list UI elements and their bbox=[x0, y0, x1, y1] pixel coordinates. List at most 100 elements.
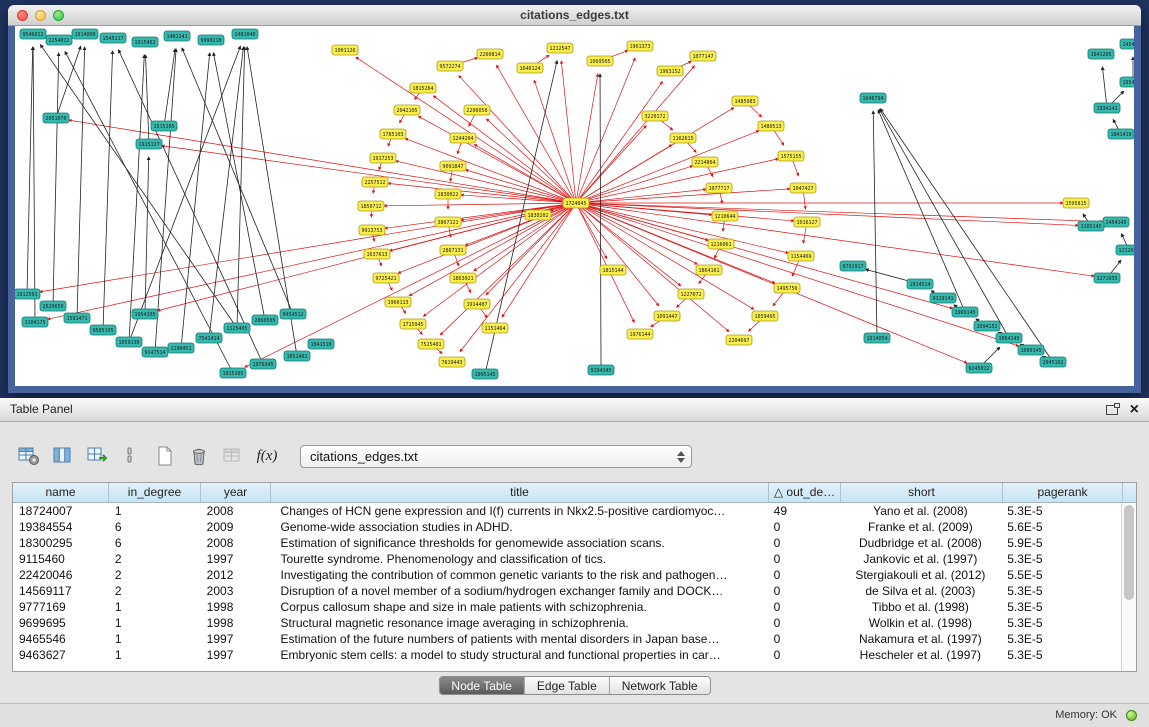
graph-node[interactable]: 2867131 bbox=[440, 245, 466, 255]
graph-node[interactable]: 1830022 bbox=[435, 189, 461, 199]
column-header-name[interactable]: name bbox=[13, 483, 109, 502]
graph-node[interactable]: 9147514 bbox=[142, 347, 168, 357]
graph-node[interactable]: 1059130 bbox=[116, 337, 142, 347]
graph-node[interactable]: 1915127 bbox=[136, 139, 162, 149]
network-canvas[interactable]: 1724045181526420421051785103191725322575… bbox=[15, 26, 1134, 386]
graph-edge[interactable] bbox=[433, 96, 576, 203]
graph-node[interactable]: 1905145 bbox=[472, 369, 498, 379]
graph-node[interactable]: 9546012 bbox=[20, 29, 46, 39]
graph-node[interactable]: 1271035 bbox=[1094, 273, 1120, 283]
graph-node[interactable]: 2045102 bbox=[1040, 357, 1066, 367]
graph-node[interactable]: 1641205 bbox=[1088, 49, 1114, 59]
graph-node[interactable]: 9505195 bbox=[90, 325, 116, 335]
graph-node[interactable]: 2257512 bbox=[362, 177, 388, 187]
graph-node[interactable]: 1976345 bbox=[250, 359, 276, 369]
create-column-icon[interactable] bbox=[82, 443, 112, 469]
graph-node[interactable]: 1914514 bbox=[907, 279, 933, 289]
graph-edge[interactable] bbox=[65, 52, 233, 373]
graph-edge[interactable] bbox=[162, 146, 576, 203]
graph-node[interactable]: 1091447 bbox=[654, 311, 680, 321]
graph-edge[interactable] bbox=[576, 203, 1103, 222]
graph-node[interactable]: 1915105 bbox=[220, 368, 246, 378]
graph-edge[interactable] bbox=[405, 139, 576, 203]
graph-edge[interactable] bbox=[48, 203, 576, 319]
graph-node[interactable]: 9245012 bbox=[966, 363, 992, 373]
graph-edge[interactable] bbox=[576, 58, 635, 203]
graph-node[interactable]: 1515105 bbox=[151, 121, 177, 131]
graph-node[interactable]: 1064145 bbox=[996, 333, 1022, 343]
graph-edge[interactable] bbox=[880, 109, 1053, 362]
graph-edge[interactable] bbox=[576, 126, 646, 203]
graph-node[interactable]: 1912501 bbox=[15, 289, 40, 299]
graph-node[interactable]: 2214864 bbox=[692, 157, 718, 167]
graph-node[interactable]: 1481040 bbox=[232, 29, 258, 39]
graph-edge[interactable] bbox=[56, 46, 81, 118]
function-builder-icon[interactable]: f(x) bbox=[252, 443, 282, 469]
graph-edge[interactable] bbox=[69, 120, 576, 203]
graph-edge[interactable] bbox=[576, 203, 659, 306]
graph-node[interactable]: 1051462 bbox=[284, 351, 310, 361]
graph-node[interactable]: 1077717 bbox=[706, 183, 732, 193]
graph-edge[interactable] bbox=[388, 183, 576, 203]
graph-node[interactable]: 2204697 bbox=[726, 335, 752, 345]
table-row[interactable]: 1938455462009Genome-wide association stu… bbox=[13, 519, 1121, 535]
table-row[interactable]: 946362711997Embryonic stem cells: a mode… bbox=[13, 647, 1121, 663]
graph-node[interactable]: 1495756 bbox=[774, 283, 800, 293]
table-row[interactable]: 969969511998Structural magnetic resonanc… bbox=[13, 615, 1121, 631]
graph-edge[interactable] bbox=[576, 166, 693, 203]
graph-node[interactable]: 1016127 bbox=[794, 217, 820, 227]
graph-node[interactable]: 9119141 bbox=[930, 293, 956, 303]
column-header-title[interactable]: title bbox=[271, 483, 769, 502]
graph-node[interactable]: 9091847 bbox=[440, 161, 466, 171]
graph-node[interactable]: 1244204 bbox=[450, 133, 476, 143]
graph-node[interactable]: 1954160 bbox=[1120, 77, 1134, 87]
minimize-window-icon[interactable] bbox=[35, 10, 46, 21]
memory-status-icon[interactable] bbox=[1126, 710, 1137, 721]
table-select-dropdown[interactable]: citations_edges.txt bbox=[300, 445, 692, 468]
graph-edge[interactable] bbox=[576, 82, 662, 203]
graph-edge[interactable] bbox=[33, 47, 35, 322]
tab-edge-table[interactable]: Edge Table bbox=[524, 677, 609, 694]
graph-edge[interactable] bbox=[1102, 67, 1107, 108]
graph-node[interactable]: 1715945 bbox=[400, 319, 426, 329]
graph-edge[interactable] bbox=[129, 46, 240, 342]
graph-node[interactable]: 1785103 bbox=[380, 129, 406, 139]
graph-edge[interactable] bbox=[576, 203, 1078, 225]
graph-edge[interactable] bbox=[27, 47, 33, 294]
row-options-icon[interactable] bbox=[116, 443, 146, 469]
window-titlebar[interactable]: citations_edges.txt bbox=[8, 5, 1141, 26]
graph-node[interactable]: 1863021 bbox=[450, 273, 476, 283]
graph-edge[interactable] bbox=[600, 74, 601, 370]
graph-node[interactable]: 9913753 bbox=[359, 225, 385, 235]
graph-edge[interactable] bbox=[879, 109, 1009, 338]
column-header-year[interactable]: year bbox=[201, 483, 271, 502]
graph-node[interactable]: 1454105 bbox=[1120, 39, 1134, 49]
vertical-scrollbar[interactable] bbox=[1121, 503, 1136, 671]
graph-node[interactable]: 1190451 bbox=[168, 343, 194, 353]
graph-node[interactable]: 1575155 bbox=[778, 151, 804, 161]
graph-node[interactable]: 1059495 bbox=[752, 311, 778, 321]
graph-node[interactable]: 1485083 bbox=[732, 96, 758, 106]
graph-node[interactable]: 1212051 bbox=[1116, 245, 1134, 255]
graph-edge[interactable] bbox=[384, 203, 576, 206]
graph-node[interactable]: 1864161 bbox=[696, 265, 722, 275]
graph-node[interactable]: 1850712 bbox=[358, 201, 384, 211]
graph-node[interactable]: 1934141 bbox=[1094, 103, 1120, 113]
graph-node[interactable]: 1480513 bbox=[758, 121, 784, 131]
graph-node[interactable]: 1454145 bbox=[1103, 217, 1129, 227]
graph-node[interactable]: 1154469 bbox=[788, 251, 814, 261]
graph-node[interactable]: 1151464 bbox=[482, 323, 508, 333]
graph-node[interactable]: 1009145 bbox=[1018, 345, 1044, 355]
graph-edge[interactable] bbox=[146, 55, 149, 144]
graph-node[interactable]: 1545117 bbox=[100, 33, 126, 43]
table-row[interactable]: 2242004622012Investigating the contribut… bbox=[13, 567, 1121, 583]
graph-node[interactable]: 7619443 bbox=[439, 357, 465, 367]
graph-node[interactable]: 1216061 bbox=[708, 239, 734, 249]
graph-node[interactable]: 9725421 bbox=[373, 273, 399, 283]
graph-edge[interactable] bbox=[576, 74, 598, 203]
graph-node[interactable]: 1254012 bbox=[46, 35, 72, 45]
graph-node[interactable]: 1815264 bbox=[410, 83, 436, 93]
float-window-icon[interactable] bbox=[1106, 405, 1118, 415]
graph-node[interactable]: 1954105 bbox=[132, 309, 158, 319]
graph-node[interactable]: 1961373 bbox=[627, 41, 653, 51]
